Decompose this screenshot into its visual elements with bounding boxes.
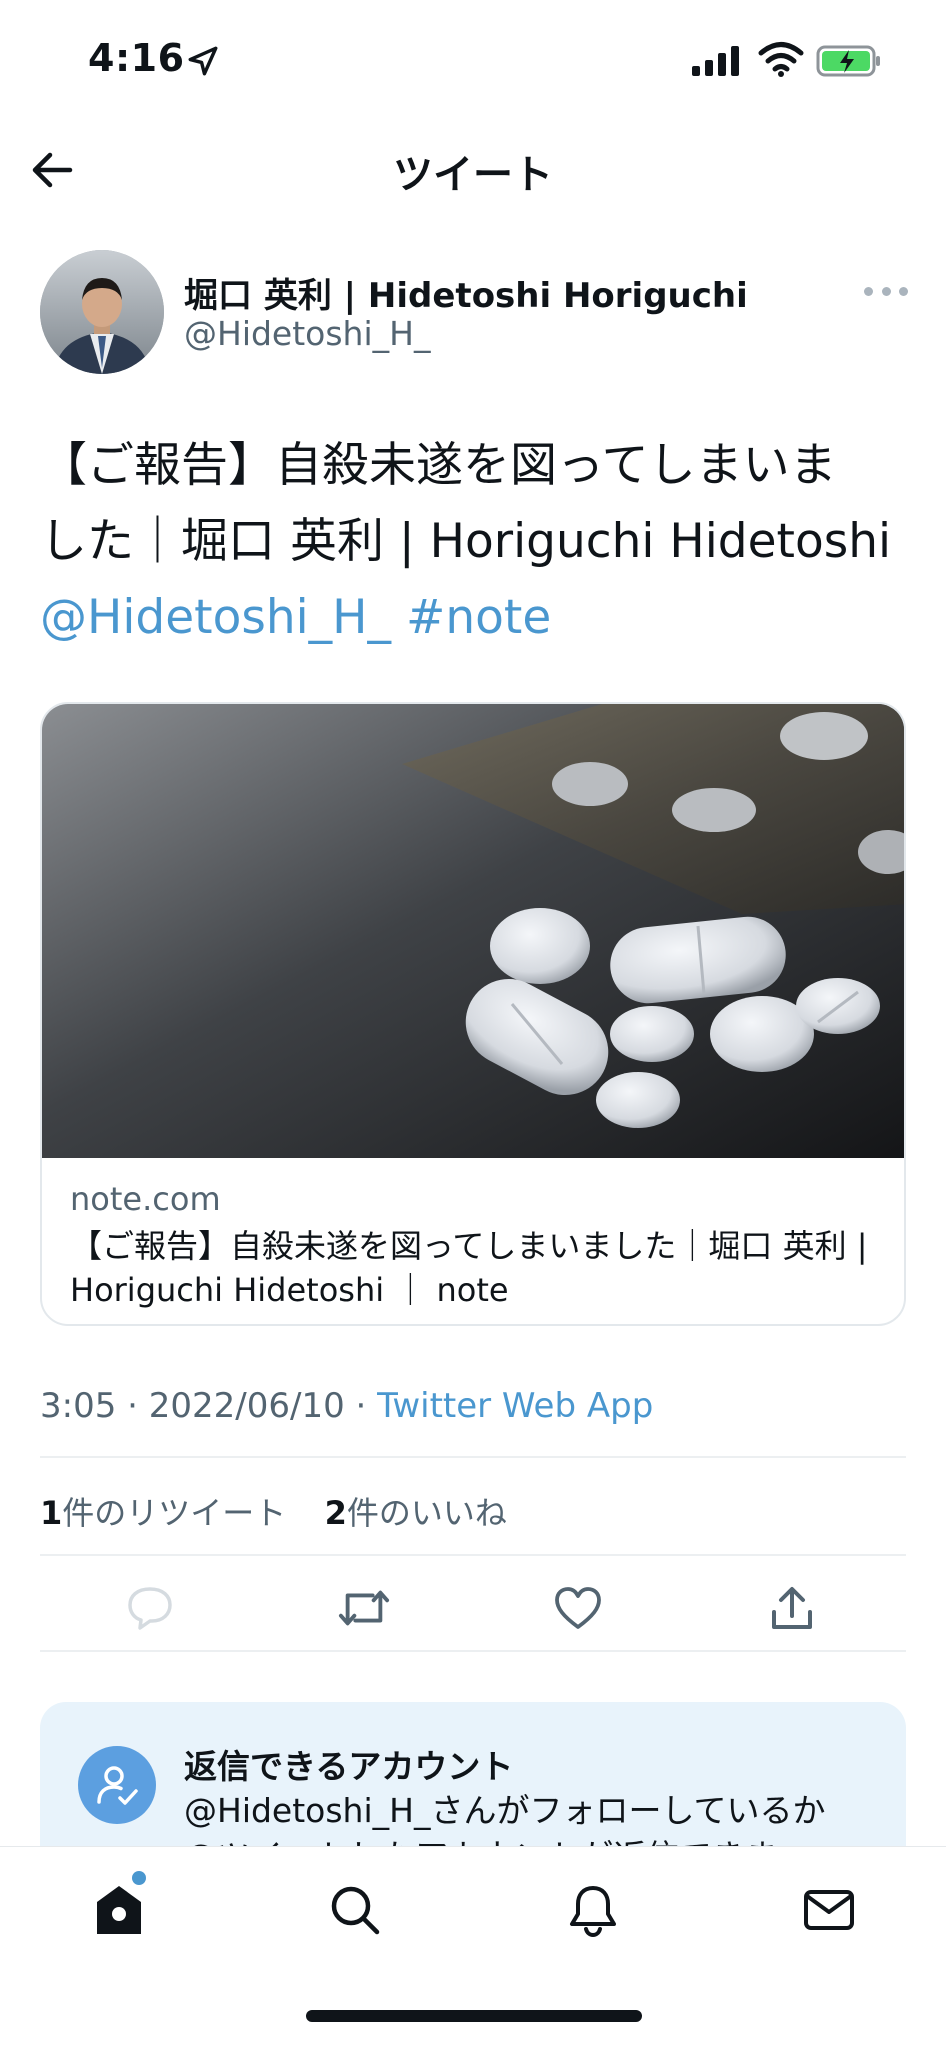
divider (40, 1650, 906, 1652)
share-icon (772, 1587, 812, 1629)
like-button[interactable] (552, 1582, 604, 1634)
home-icon (97, 1886, 141, 1934)
engagement-stats: 1件のリツイート 2件のいいね (40, 1488, 507, 1534)
wifi-icon (758, 42, 804, 77)
retweets-stat[interactable]: 1件のリツイート (40, 1494, 286, 1532)
retweet-icon (338, 1590, 390, 1626)
cellular-signal-icon (692, 46, 739, 76)
like-icon (555, 1587, 601, 1629)
nav-search[interactable] (322, 1877, 388, 1943)
author-handle[interactable]: @Hidetoshi_H_ (184, 314, 430, 353)
notifications-icon (570, 1886, 616, 1938)
top-bar: ツイート (0, 120, 946, 220)
retweet-button[interactable] (338, 1582, 390, 1634)
more-dot-icon (881, 286, 891, 296)
likes-stat[interactable]: 2件のいいね (325, 1494, 507, 1532)
divider (40, 1554, 906, 1556)
more-options-button[interactable] (864, 280, 908, 302)
search-icon (331, 1886, 380, 1935)
retweets-label: 件のリツイート (62, 1494, 287, 1532)
likes-label: 件のいいね (346, 1494, 507, 1532)
card-title: 【ご報告】自殺未遂を図ってしまいました｜堀口 英利 | Horiguchi Hi… (70, 1227, 868, 1309)
link-card[interactable]: note.com 【ご報告】自殺未遂を図ってしまいました｜堀口 英利 | Hor… (40, 702, 906, 1326)
card-domain: note.com (70, 1180, 221, 1218)
page-title: ツイート (393, 152, 553, 198)
status-bar: 4:16 (0, 0, 946, 120)
nav-notifications[interactable] (560, 1877, 626, 1943)
reply-restriction-icon (78, 1746, 156, 1824)
status-time: 4:16 (88, 36, 185, 80)
more-dot-icon (864, 286, 873, 296)
reply-button[interactable] (124, 1582, 176, 1634)
nav-messages[interactable] (796, 1877, 862, 1943)
card-image (42, 704, 904, 1158)
likes-count: 2 (324, 1494, 347, 1532)
home-indicator[interactable] (306, 2010, 642, 2022)
reply-icon (128, 1587, 172, 1630)
avatar[interactable] (40, 250, 164, 374)
reply-restriction-title: 返信できるアカウント (184, 1747, 514, 1786)
battery-charging-icon (816, 45, 880, 77)
share-button[interactable] (766, 1582, 818, 1634)
home-notification-dot (132, 1871, 146, 1885)
tweet-text: 【ご報告】自殺未遂を図ってしまいま した｜堀口 英利 | Horiguchi H… (40, 428, 910, 656)
avatar-photo (40, 250, 164, 374)
location-arrow-icon (188, 46, 218, 76)
tweet-timestamp: 3:05 · 2022/06/10 · (40, 1386, 378, 1426)
more-dot-icon (899, 286, 908, 296)
nav-home[interactable] (86, 1877, 152, 1943)
action-bar (40, 1564, 906, 1650)
pills-photo (42, 704, 904, 1158)
tweet-text-line: 【ご報告】自殺未遂を図ってしまいま (40, 438, 837, 493)
tweet-text-line: した｜堀口 英利 | Horiguchi Hidetoshi (40, 514, 892, 569)
reply-restriction-line: @Hidetoshi_H_さんがフォローしているか (184, 1791, 826, 1830)
hashtag-link[interactable]: #note (406, 590, 551, 645)
tweet-metadata: 3:05 · 2022/06/10 · Twitter Web App (40, 1386, 653, 1426)
retweets-count: 1 (40, 1494, 63, 1532)
tweet-source-link[interactable]: Twitter Web App (377, 1386, 653, 1426)
user-check-icon (97, 1766, 138, 1805)
author-name[interactable]: 堀口 英利 | Hidetoshi Horiguchi (184, 268, 748, 317)
divider (40, 1456, 906, 1458)
mention-link[interactable]: @Hidetoshi_H_ (40, 590, 391, 645)
messages-icon (804, 1890, 854, 1930)
